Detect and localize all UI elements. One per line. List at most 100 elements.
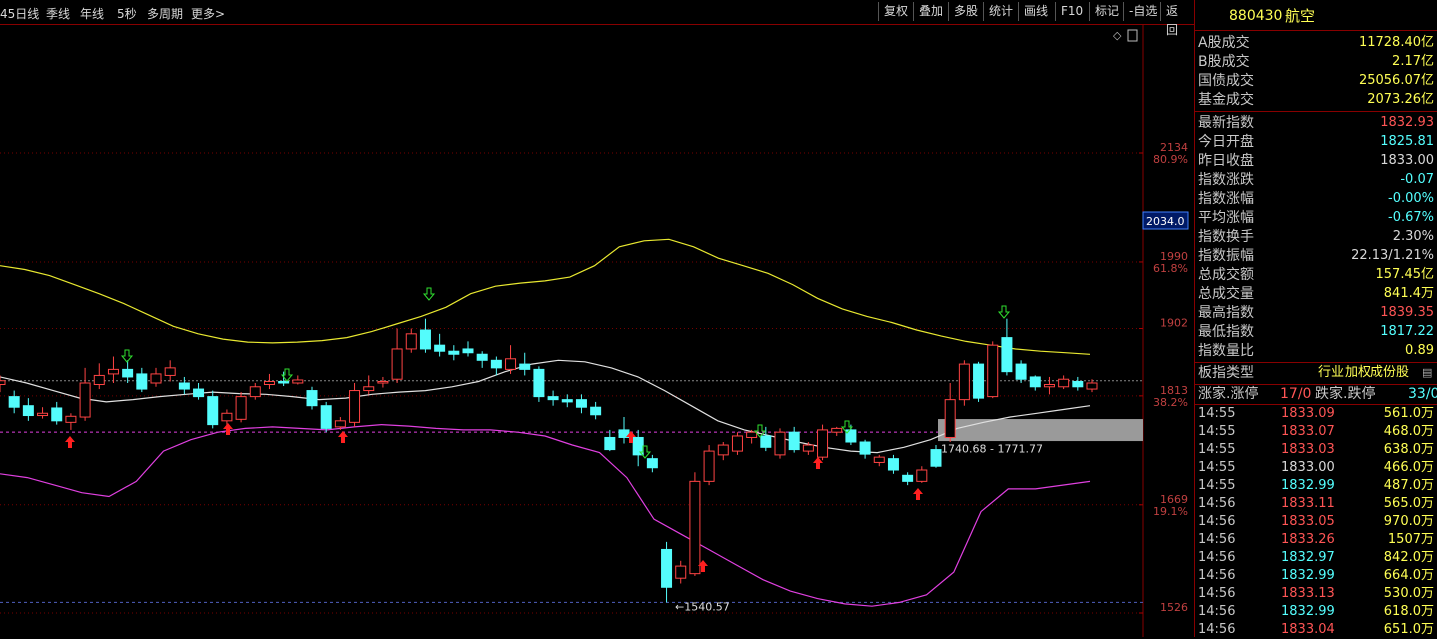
stat-label: 国债成交: [1198, 73, 1254, 89]
candle-body: [817, 429, 829, 458]
chart-toolbar: 45日线 季线 年线 5秒 多周期 更多> 复权 叠加 多股 统计 画线 F10 标记 -自选 返回: [0, 0, 1194, 37]
candle-body: [419, 329, 431, 350]
tick-row: 14:56 1833.04 651.0万: [1195, 621, 1437, 639]
tick-volume: 1507万: [1387, 532, 1434, 547]
tick-price: 1833.04: [1281, 622, 1335, 637]
toolbar-button-1[interactable]: 叠加: [913, 2, 948, 21]
candle-body: [448, 350, 460, 355]
toolbar-button-8[interactable]: 返回: [1160, 2, 1194, 37]
tick-row: 14:55 1833.03 638.0万: [1195, 441, 1437, 459]
candle-body: [590, 406, 602, 416]
candle-body: [831, 427, 843, 433]
tick-volume: 466.0万: [1383, 460, 1434, 475]
candle-body: [136, 373, 148, 390]
candle-body: [533, 368, 545, 398]
candle-body: [207, 396, 219, 426]
list-icon[interactable]: ▤: [1422, 364, 1432, 382]
candle-body: [505, 358, 517, 370]
volume-row: 基金成交 2073.26亿: [1195, 91, 1437, 109]
buy-arrow-icon: [338, 431, 348, 443]
tick-time: 14:56: [1198, 550, 1236, 565]
candle-body: [675, 565, 687, 579]
toolbar-button-7[interactable]: -自选: [1123, 2, 1162, 21]
period-3[interactable]: 5秒: [117, 5, 137, 22]
ma-yellow-line: [0, 238, 1091, 355]
period-5[interactable]: 更多>: [191, 5, 225, 22]
index-type-link[interactable]: 行业: [1318, 364, 1344, 382]
breadth-down-label: 跌家.跌停: [1315, 386, 1376, 402]
stat-row: 最新指数 1832.93: [1195, 114, 1437, 132]
tick-time: 14:55: [1198, 424, 1236, 439]
toolbar-button-0[interactable]: 复权: [878, 2, 913, 21]
ma-white-line: [0, 359, 1091, 454]
tick-price: 1833.00: [1281, 460, 1335, 475]
sell-arrow-icon: [997, 305, 1011, 319]
stat-label: 总成交额: [1198, 267, 1254, 283]
tick-time: 14:56: [1198, 586, 1236, 601]
price-tag-label: 2034.0: [1146, 215, 1185, 228]
toolbar-button-5[interactable]: F10: [1055, 2, 1088, 21]
candle-body: [547, 396, 559, 401]
index-type-link[interactable]: 成份股: [1370, 364, 1409, 382]
tick-volume: 638.0万: [1383, 442, 1434, 457]
tick-time: 14:55: [1198, 406, 1236, 421]
tick-time: 14:55: [1198, 478, 1236, 493]
tick-volume: 664.0万: [1383, 568, 1434, 583]
tick-volume: 561.0万: [1383, 406, 1434, 421]
breadth-up-value: 17/0: [1280, 386, 1312, 402]
tick-row: 14:55 1833.07 468.0万: [1195, 423, 1437, 441]
index-type-link[interactable]: 加权: [1345, 364, 1371, 382]
candle-body: [65, 415, 77, 423]
candle-body: [1086, 382, 1098, 390]
period-1[interactable]: 季线: [46, 5, 70, 22]
period-4[interactable]: 多周期: [147, 5, 183, 22]
period-0[interactable]: 45日线: [0, 5, 39, 22]
stat-value: 22.13/1.21%: [1351, 248, 1434, 263]
candle-body: [93, 374, 105, 386]
window-icon: [1127, 29, 1138, 42]
breadth-row: 涨家.涨停 17/0 跌家.跌停 33/0: [1195, 385, 1437, 403]
tick-price: 1832.99: [1281, 478, 1335, 493]
candle-body: [122, 368, 134, 378]
toolbar-button-6[interactable]: 标记: [1089, 2, 1124, 21]
stat-value: -0.07: [1400, 172, 1434, 187]
candle-body: [1058, 378, 1070, 388]
stat-row: 最低指数 1817.22: [1195, 323, 1437, 341]
candle-body: [887, 458, 899, 471]
candle-body: [873, 456, 885, 463]
kline-chart[interactable]: 213480.9%199061.8%1902181338.2%166919.1%…: [0, 25, 1194, 637]
candle-body: [731, 435, 743, 452]
sell-arrow-icon: [422, 287, 436, 301]
toolbar-button-3[interactable]: 统计: [983, 2, 1018, 21]
toolbar-button-4[interactable]: 画线: [1018, 2, 1053, 21]
candle-body: [306, 390, 318, 407]
candle-body: [462, 348, 474, 354]
tick-price: 1832.99: [1281, 568, 1335, 583]
stat-row: 指数涨幅 -0.00%: [1195, 190, 1437, 208]
tick-price: 1833.11: [1281, 496, 1335, 511]
candle-body: [987, 344, 999, 398]
pct-tick-label: 80.9%: [1153, 153, 1188, 166]
stat-value: 2073.26亿: [1367, 92, 1434, 107]
tick-row: 14:55 1833.09 561.0万: [1195, 405, 1437, 423]
ma-magenta-line: [0, 423, 1091, 607]
candle-body: [37, 412, 49, 417]
tick-price: 1832.97: [1281, 550, 1335, 565]
buy-arrow-icon: [813, 457, 823, 469]
stat-value: -0.67%: [1388, 210, 1434, 225]
stat-label: 总成交量: [1198, 286, 1254, 302]
tick-time: 14:56: [1198, 514, 1236, 529]
candle-body: [845, 429, 857, 443]
candle-body: [434, 344, 446, 352]
tick-price: 1833.05: [1281, 514, 1335, 529]
candle-body: [249, 386, 261, 398]
period-2[interactable]: 年线: [80, 5, 104, 22]
stat-row: 总成交额 157.45亿: [1195, 266, 1437, 284]
candle-body: [774, 431, 786, 456]
tick-row: 14:56 1833.11 565.0万: [1195, 495, 1437, 513]
stat-label: 指数涨幅: [1198, 191, 1254, 207]
tick-price: 1833.13: [1281, 586, 1335, 601]
range-box: [938, 419, 1143, 442]
toolbar-button-2[interactable]: 多股: [948, 2, 983, 21]
stat-label: 昨日收盘: [1198, 153, 1254, 169]
